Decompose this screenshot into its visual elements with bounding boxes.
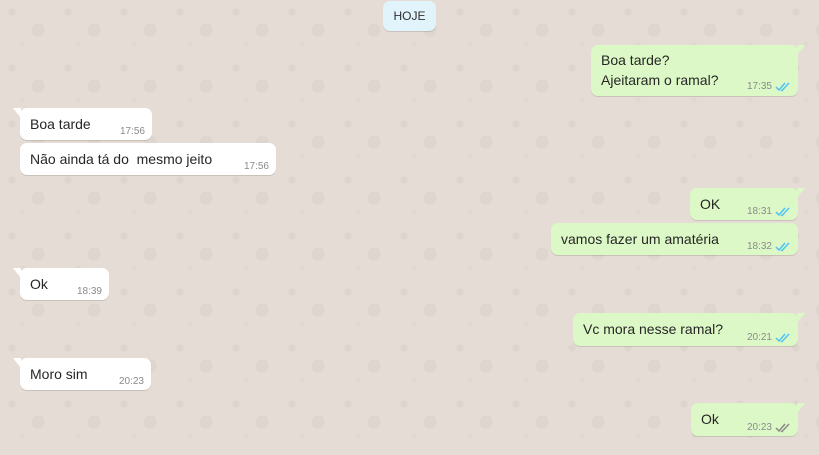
message-text: Boa tarde? Ajeitaram o ramal? (601, 52, 719, 88)
message-bubble-outgoing[interactable]: Ok 20:23 (691, 403, 805, 436)
message-meta: 18:32 (747, 241, 791, 252)
bubble-tail-icon (797, 45, 805, 55)
message-meta: 17:56 (244, 161, 269, 172)
message-text: Ok (30, 276, 48, 292)
double-check-icon (775, 333, 790, 343)
message-time: 17:35 (746, 81, 772, 92)
message-time: 17:56 (243, 161, 269, 172)
bubble-tail-icon (13, 108, 21, 118)
message-bubble-incoming[interactable]: Ok 18:39 (13, 268, 109, 300)
message-meta: 17:35 (747, 81, 791, 92)
message-text: OK (700, 196, 721, 212)
message-bubble-incoming[interactable]: Boa tarde 17:56 (13, 108, 152, 140)
message-time: 18:32 (746, 241, 772, 252)
message-time: 18:31 (746, 206, 772, 217)
message-meta: 18:39 (77, 286, 102, 297)
message-text: Ok (701, 411, 719, 427)
message-time: 20:21 (746, 332, 772, 343)
message-text: Não ainda tá do mesmo jeito (30, 151, 213, 167)
message-meta: 20:23 (747, 422, 791, 433)
bubble-tail-icon (797, 403, 805, 413)
bubble-tail-icon (797, 188, 805, 198)
message-bubble-outgoing[interactable]: OK 18:31 (690, 188, 805, 220)
message-meta: 18:31 (747, 206, 791, 217)
bubble-tail-icon (13, 268, 21, 278)
message-bubble-incoming[interactable]: Não ainda tá do mesmo jeito 17:56 (20, 143, 276, 175)
message-bubble-outgoing[interactable]: vamos fazer um amatéria 18:32 (551, 223, 798, 255)
message-bubble-incoming[interactable]: Moro sim 20:23 (13, 358, 151, 390)
message-time: 18:39 (76, 286, 102, 297)
message-text: vamos fazer um amatéria (561, 231, 719, 247)
bubble-tail-icon (797, 313, 805, 323)
message-meta: 17:56 (120, 126, 145, 137)
message-text: Moro sim (30, 366, 88, 382)
double-check-icon (775, 82, 790, 92)
message-bubble-outgoing[interactable]: Vc mora nesse ramal? 20:21 (573, 313, 805, 346)
message-time: 20:23 (118, 376, 144, 387)
message-bubble-outgoing[interactable]: Boa tarde? Ajeitaram o ramal? 17:35 (591, 45, 805, 96)
message-time: 17:56 (119, 126, 145, 137)
message-text: Vc mora nesse ramal? (583, 321, 724, 337)
double-check-icon (775, 423, 790, 433)
bubble-tail-icon (13, 358, 21, 368)
message-text: Boa tarde (30, 116, 91, 132)
message-time: 20:23 (746, 422, 772, 433)
message-meta: 20:21 (747, 332, 791, 343)
date-badge: HOJE (383, 1, 436, 31)
double-check-icon (775, 242, 790, 252)
message-meta: 20:23 (119, 376, 144, 387)
date-badge-label: HOJE (393, 9, 426, 23)
double-check-icon (775, 207, 790, 217)
